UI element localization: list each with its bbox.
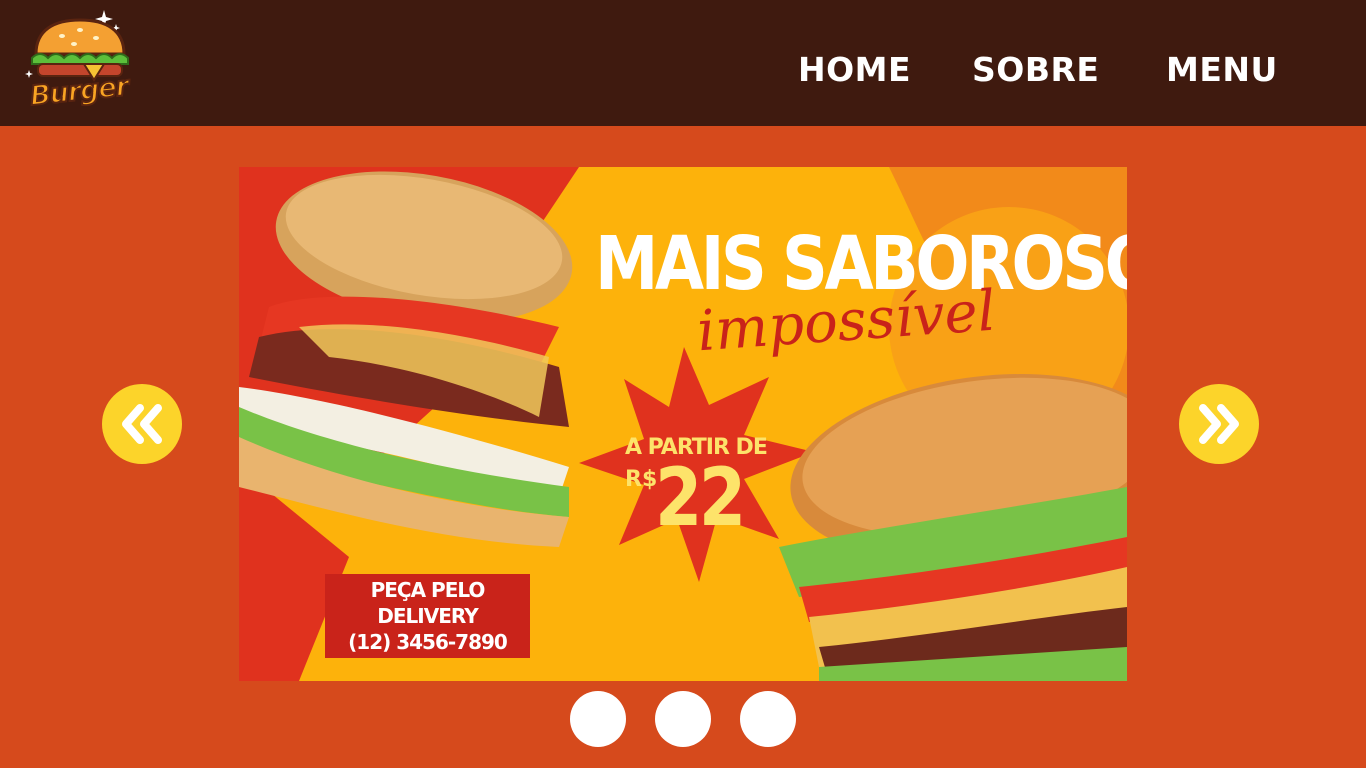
nav-menu[interactable]: MENU xyxy=(1166,50,1278,89)
nav-sobre[interactable]: SOBRE xyxy=(972,50,1099,89)
price-value: 22 xyxy=(655,451,746,544)
carousel-prev-button[interactable] xyxy=(102,384,182,464)
nav-home[interactable]: HOME xyxy=(798,50,911,89)
carousel-next-button[interactable] xyxy=(1179,384,1259,464)
carousel-dot-1[interactable] xyxy=(570,691,626,747)
delivery-text: PEÇA PELO DELIVERY xyxy=(370,578,486,628)
burger-logo[interactable]: Burger xyxy=(24,8,136,118)
delivery-phone: (12) 3456-7890 xyxy=(348,630,508,654)
double-chevron-left-icon xyxy=(122,404,162,444)
delivery-badge: PEÇA PELO DELIVERY (12) 3456-7890 xyxy=(325,574,530,658)
carousel-dot-2[interactable] xyxy=(655,691,711,747)
carousel-dot-3[interactable] xyxy=(740,691,796,747)
carousel-slide-banner: MAIS SABOROSO impossível A PARTIR DE R$ … xyxy=(239,167,1127,681)
price-currency: R$ xyxy=(625,467,658,492)
site-header: Burger HOME SOBRE MENU xyxy=(0,0,1366,126)
double-chevron-right-icon xyxy=(1199,404,1239,444)
